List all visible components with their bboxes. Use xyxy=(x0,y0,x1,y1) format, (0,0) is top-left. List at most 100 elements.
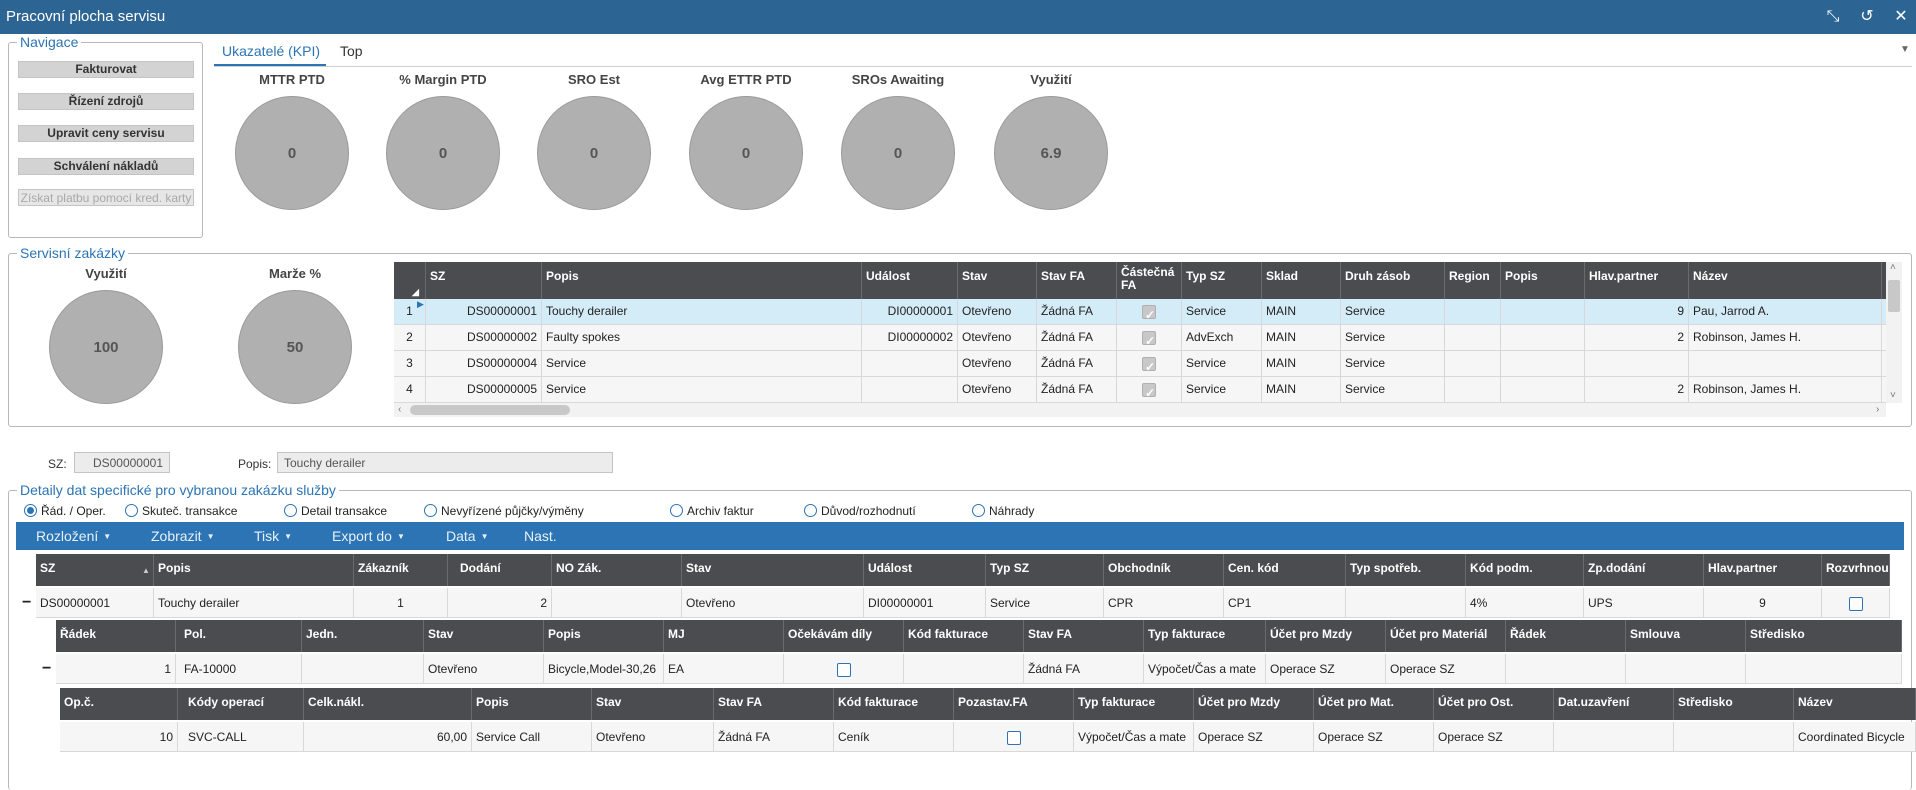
sz-field[interactable] xyxy=(74,452,170,473)
column-header[interactable]: Cen. kód xyxy=(1224,554,1346,586)
vertical-scrollbar-thumb[interactable] xyxy=(1888,280,1900,312)
column-header[interactable]: Řádek xyxy=(1506,620,1626,652)
column-header[interactable]: Účet pro Mzdy xyxy=(1266,620,1386,652)
partial-invoice-checkbox[interactable] xyxy=(1142,381,1156,402)
radio-option[interactable]: Řád. / Oper. xyxy=(24,504,106,518)
column-header[interactable]: Pol. xyxy=(180,620,302,652)
scroll-down-icon[interactable]: ˅ xyxy=(1890,390,1896,401)
column-header[interactable]: Událost xyxy=(864,554,986,586)
column-header[interactable]: Rozvrhnou xyxy=(1822,554,1890,586)
radio-button[interactable] xyxy=(972,504,985,517)
radio-button[interactable] xyxy=(424,504,437,517)
operation-data-row[interactable]: 10 SVC-CALL 60,00 Service Call Otevřeno Žádná… xyxy=(60,722,1916,752)
collapse-icon[interactable]: − xyxy=(42,660,51,678)
collapse-icon[interactable]: − xyxy=(22,594,31,612)
column-header[interactable]: Účet pro Mzdy xyxy=(1194,688,1314,720)
column-header[interactable]: Řádek xyxy=(56,620,176,652)
toolbar-menu-0[interactable]: Rozložení ▼ xyxy=(36,528,111,544)
radio-option[interactable]: Důvod/rozhodnutí xyxy=(804,504,916,518)
partial-invoice-checkbox[interactable] xyxy=(1142,303,1156,324)
horizontal-scrollbar[interactable] xyxy=(394,403,1886,417)
column-header[interactable]: Kód fakturace xyxy=(904,620,1024,652)
radio-button[interactable] xyxy=(284,504,297,517)
toolbar-menu-5[interactable]: Nast. xyxy=(524,528,557,544)
column-header[interactable]: Popis xyxy=(472,688,592,720)
column-header[interactable]: Popis xyxy=(544,620,664,652)
column-header[interactable]: Popis xyxy=(154,554,354,586)
horizontal-scrollbar-thumb[interactable] xyxy=(410,405,570,415)
minimize-icon[interactable]: ⤡ xyxy=(1822,6,1844,28)
column-header[interactable]: Stav xyxy=(958,262,1037,299)
column-header[interactable]: Stav FA xyxy=(1024,620,1144,652)
column-header[interactable]: Smlouva xyxy=(1626,620,1746,652)
tab-top[interactable]: Top xyxy=(340,43,363,59)
column-header[interactable]: Účet pro Ost. xyxy=(1434,688,1554,720)
column-header[interactable]: Region xyxy=(1445,262,1501,299)
credit-card-payment-button[interactable]: Získat platbu pomocí kred. karty xyxy=(18,189,194,206)
row-checkbox[interactable] xyxy=(836,662,851,677)
column-header[interactable]: Popis xyxy=(1501,262,1585,299)
radio-option[interactable]: Náhrady xyxy=(972,504,1034,518)
column-header[interactable]: Popis xyxy=(542,262,862,299)
column-header[interactable]: Kód podm. xyxy=(1466,554,1584,586)
column-header[interactable]: Stav xyxy=(592,688,714,720)
column-header[interactable]: Typ fakturace xyxy=(1074,688,1194,720)
column-header[interactable]: SZ xyxy=(426,262,542,299)
column-header[interactable]: Účet pro Materiál xyxy=(1386,620,1506,652)
column-header[interactable]: Kódy operací xyxy=(184,688,304,720)
column-header[interactable]: Celk.nákl. xyxy=(304,688,472,720)
order-data-row[interactable]: DS00000001 Touchy derailer 1 2 Otevřeno DI000… xyxy=(36,588,1890,618)
column-header[interactable]: Jedn. xyxy=(302,620,424,652)
radio-option[interactable]: Archiv faktur xyxy=(670,504,754,518)
column-header[interactable]: SZ xyxy=(36,554,154,586)
column-header[interactable]: Částečná FA xyxy=(1117,262,1182,299)
cost-approval-button[interactable]: Schválení nákladů xyxy=(18,158,194,175)
column-header[interactable]: Typ fakturace xyxy=(1144,620,1266,652)
radio-option[interactable]: Skuteč. transakce xyxy=(125,504,237,518)
column-header[interactable]: Účet pro Mat. xyxy=(1314,688,1434,720)
radio-button[interactable] xyxy=(24,504,37,517)
tabs-dropdown-icon[interactable]: ▼ xyxy=(1900,44,1910,55)
scroll-up-icon[interactable]: ˄ xyxy=(1890,262,1896,273)
column-header[interactable]: Očekávám díly xyxy=(784,620,904,652)
scroll-right-icon[interactable]: › xyxy=(1876,404,1879,415)
column-header[interactable]: Hlav.partner xyxy=(1585,262,1689,299)
partial-invoice-checkbox[interactable] xyxy=(1142,355,1156,376)
restore-icon[interactable]: ↺ xyxy=(1856,6,1878,28)
column-header[interactable]: Typ SZ xyxy=(1182,262,1262,299)
radio-button[interactable] xyxy=(670,504,683,517)
column-header[interactable]: Název xyxy=(1794,688,1916,720)
partial-invoice-checkbox[interactable] xyxy=(1142,329,1156,350)
toolbar-menu-3[interactable]: Export do ▼ xyxy=(332,528,405,544)
resource-management-button[interactable]: Řízení zdrojů xyxy=(18,93,194,110)
column-header[interactable]: Stav xyxy=(682,554,864,586)
column-header[interactable]: Hlav.partner xyxy=(1704,554,1822,586)
column-header[interactable]: Stav xyxy=(424,620,544,652)
table-row[interactable]: 3DS00000004ServiceOtevřenoŽádná FAServic… xyxy=(394,351,1886,377)
popis-field[interactable] xyxy=(277,452,613,473)
column-header[interactable]: Op.č. xyxy=(60,688,178,720)
column-header[interactable]: Pozastav.FA xyxy=(954,688,1074,720)
scroll-left-icon[interactable]: ‹ xyxy=(398,404,401,415)
grid-corner[interactable]: ◢ xyxy=(394,262,426,299)
column-header[interactable]: Sklad xyxy=(1262,262,1341,299)
toolbar-menu-1[interactable]: Zobrazit ▼ xyxy=(151,528,215,544)
line-data-row[interactable]: 1 FA-10000 Otevřeno Bicycle,Model-30,26 EA Žá… xyxy=(56,654,1902,684)
toolbar-menu-4[interactable]: Data ▼ xyxy=(446,528,489,544)
close-icon[interactable]: ✕ xyxy=(1890,6,1912,28)
radio-option[interactable]: Nevyřízené půjčky/výměny xyxy=(424,504,584,518)
column-header[interactable]: Název xyxy=(1689,262,1882,299)
column-header[interactable]: Stav FA xyxy=(714,688,834,720)
column-header[interactable]: Kód fakturace xyxy=(834,688,954,720)
radio-option[interactable]: Detail transakce xyxy=(284,504,387,518)
tab-kpi[interactable]: Ukazatelé (KPI) xyxy=(222,43,320,59)
column-header[interactable]: Středisko xyxy=(1746,620,1902,652)
column-header[interactable]: Typ spotřeb. xyxy=(1346,554,1466,586)
invoice-button[interactable]: Fakturovat xyxy=(18,61,194,78)
column-header[interactable]: NO Zák. xyxy=(552,554,682,586)
table-row[interactable]: 1 ▶ DS00000001 Touchy derailer DI00000001 Ote… xyxy=(394,299,1886,325)
column-header[interactable]: Událost xyxy=(862,262,958,299)
column-header[interactable]: Typ SZ xyxy=(986,554,1104,586)
table-row[interactable]: 4DS00000005ServiceOtevřenoŽádná FAServic… xyxy=(394,377,1886,403)
toolbar-menu-2[interactable]: Tisk ▼ xyxy=(254,528,292,544)
